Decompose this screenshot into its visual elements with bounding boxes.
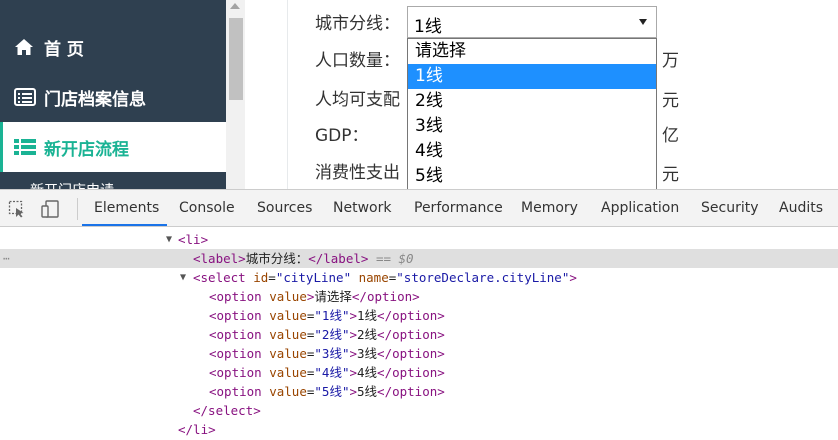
dom-node-select[interactable]: ▼ <select id="cityLine" name="storeDeclar… <box>0 268 838 287</box>
tab-memory[interactable]: Memory <box>521 190 578 226</box>
content-divider <box>287 0 288 189</box>
population-label: 人口数量： <box>315 51 400 71</box>
dom-node-option[interactable]: <option value="4线">4线</option> <box>0 363 838 382</box>
gdp-unit: 亿 <box>662 126 679 146</box>
list-alt-icon <box>14 138 36 156</box>
expand-triangle-icon[interactable]: ▼ <box>166 230 172 249</box>
tab-sources[interactable]: Sources <box>257 190 312 226</box>
dropdown-option[interactable]: 4线 <box>408 139 656 164</box>
app-viewport: 首 页 门店档案信息 新开店流程 新开门店申请 城市分线： 人口数量： 人均可支… <box>0 0 838 189</box>
dom-node-select-close[interactable]: </select> <box>0 401 838 420</box>
dropdown-option[interactable]: 2线 <box>408 89 656 114</box>
chevron-down-icon[interactable] <box>639 19 647 25</box>
city-line-label: 城市分线： <box>315 14 400 34</box>
sidebar-item-store-archive[interactable]: 门店档案信息 <box>0 72 226 122</box>
tab-performance[interactable]: Performance <box>414 190 503 226</box>
more-options-icon[interactable]: ⋯ <box>3 249 10 268</box>
dom-node-li[interactable]: ▼ <li> <box>0 230 838 249</box>
expand-triangle-icon[interactable]: ▼ <box>180 268 186 287</box>
dom-node-li-close[interactable]: </li> <box>0 420 838 439</box>
tab-elements[interactable]: Elements <box>94 190 159 226</box>
dropdown-option-highlighted[interactable]: 1线 <box>408 64 656 89</box>
sidebar: 首 页 门店档案信息 新开店流程 新开门店申请 <box>0 0 226 189</box>
dom-node-option[interactable]: <option value="1线">1线</option> <box>0 306 838 325</box>
tab-application[interactable]: Application <box>601 190 679 226</box>
dom-node-option[interactable]: <option value="3线">3线</option> <box>0 344 838 363</box>
city-line-select[interactable]: 1线 <box>407 6 657 38</box>
dom-node-option[interactable]: <option value="5线">5线</option> <box>0 382 838 401</box>
sidebar-subitem[interactable]: 新开门店申请 <box>30 180 114 189</box>
consumption-label: 消费性支出 <box>315 163 400 183</box>
toolbar-separator <box>77 198 78 220</box>
active-tab-indicator <box>82 224 167 226</box>
gdp-label: GDP： <box>315 126 369 146</box>
devtools-panel: Elements Console Sources Network Perform… <box>0 189 838 440</box>
list-icon <box>14 88 36 106</box>
population-unit: 万 <box>662 51 679 71</box>
income-unit: 元 <box>662 91 679 111</box>
dom-node-option[interactable]: <option value>请选择</option> <box>0 287 838 306</box>
dom-node-label[interactable]: ⋯ <label>城市分线：</label> == $0 <box>0 249 838 268</box>
dropdown-option[interactable]: 3线 <box>408 114 656 139</box>
tab-console[interactable]: Console <box>179 190 235 226</box>
tab-audits[interactable]: Audits <box>779 190 823 226</box>
scrollbar-thumb[interactable] <box>229 18 243 100</box>
sidebar-item-label: 新开店流程 <box>44 139 129 160</box>
devtools-toolbar: Elements Console Sources Network Perform… <box>0 190 838 227</box>
device-toolbar-icon[interactable] <box>41 200 59 218</box>
disposable-income-label: 人均可支配 <box>315 90 400 110</box>
home-icon <box>14 38 36 56</box>
sidebar-item-label: 首 页 <box>44 39 84 60</box>
city-line-dropdown: 请选择 1线 2线 3线 4线 5线 <box>407 38 657 189</box>
scroll-up-arrow-icon[interactable] <box>230 3 240 9</box>
dropdown-option[interactable]: 请选择 <box>408 39 656 64</box>
dropdown-option[interactable]: 5线 <box>408 164 656 189</box>
sidebar-item-new-store-process[interactable]: 新开店流程 <box>0 122 226 172</box>
sidebar-item-label: 门店档案信息 <box>44 89 146 110</box>
sidebar-item-home[interactable]: 首 页 <box>0 22 226 72</box>
inspect-element-icon[interactable] <box>8 200 26 218</box>
dom-node-option[interactable]: <option value="2线">2线</option> <box>0 325 838 344</box>
consumption-unit: 元 <box>662 165 679 185</box>
tab-security[interactable]: Security <box>701 190 759 226</box>
tab-network[interactable]: Network <box>333 190 391 226</box>
